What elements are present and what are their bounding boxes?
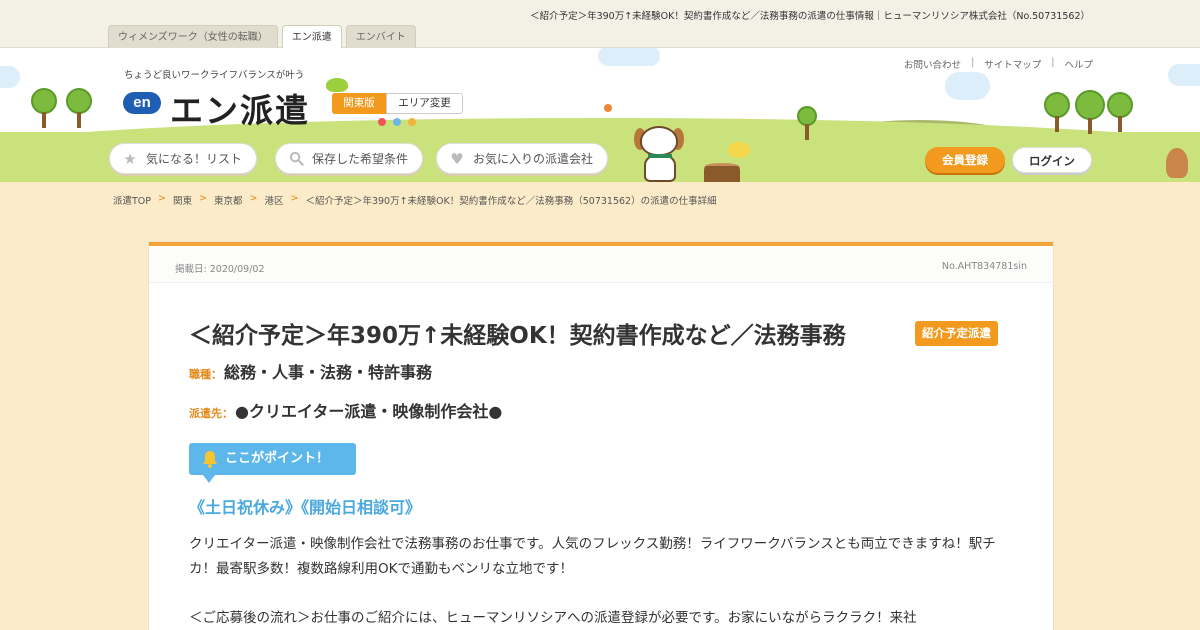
point-header: ここがポイント！ bbox=[189, 443, 356, 483]
published-value: 2020/09/02 bbox=[209, 264, 265, 275]
job-highlight: 《土日祝休み》《開始日相談可》 bbox=[189, 498, 422, 517]
job-category-label: 職種： bbox=[189, 368, 222, 381]
dispatch-row: 派遣先： ●クリエイター派遣・映像制作会社● bbox=[189, 398, 502, 422]
breadcrumb-current: ＜紹介予定＞年390万↑未経験OK！契約書作成など／法務事務（50731562）… bbox=[305, 196, 717, 207]
cloud-decoration bbox=[945, 72, 990, 100]
saved-conditions-button[interactable]: 保存した希望条件 bbox=[275, 143, 424, 174]
search-icon bbox=[288, 151, 304, 167]
tree-decoration bbox=[797, 106, 817, 140]
breadcrumb-tokyo[interactable]: 東京都 bbox=[214, 193, 243, 207]
job-number: No.AHT834781sin bbox=[941, 261, 1027, 272]
job-detail-card: 掲載日: 2020/09/02 No.AHT834781sin ＜紹介予定＞年3… bbox=[149, 242, 1053, 630]
favorite-agencies-label: お気に入りの派遣会社 bbox=[473, 152, 594, 166]
interest-list-button[interactable]: ★ 気になる！リスト bbox=[109, 143, 258, 174]
breadcrumb-minato[interactable]: 港区 bbox=[264, 193, 283, 207]
tree-decoration bbox=[1044, 92, 1070, 132]
chevron-right-icon: > bbox=[249, 193, 258, 204]
job-category-value: 総務・人事・法務・特許事務 bbox=[224, 363, 433, 382]
stump-decoration bbox=[704, 166, 740, 182]
bird-mascot-icon bbox=[728, 142, 750, 158]
heart-icon: ♥ bbox=[450, 149, 464, 168]
bird-logo-icon bbox=[326, 78, 348, 92]
site-tagline: ちょうど良いワークライフバランスが叶う bbox=[124, 70, 305, 81]
member-register-button[interactable]: 会員登録 bbox=[925, 147, 1005, 173]
utility-links: お問い合わせ | サイトマップ | ヘルプ bbox=[904, 57, 1093, 71]
interest-list-label: 気になる！リスト bbox=[146, 152, 243, 166]
site-tabs: ウィメンズワーク（女性の転職） エン派遣 エンバイト bbox=[108, 25, 416, 49]
separator: | bbox=[1051, 57, 1055, 68]
help-link[interactable]: ヘルプ bbox=[1064, 57, 1093, 71]
breadcrumb-kanto[interactable]: 関東 bbox=[173, 193, 192, 207]
chevron-right-icon: > bbox=[290, 193, 299, 204]
en-logo-icon[interactable]: en bbox=[123, 92, 161, 114]
published-label: 掲載日: bbox=[175, 264, 207, 275]
cloud-decoration bbox=[0, 66, 20, 88]
chevron-right-icon: > bbox=[158, 193, 166, 204]
star-icon: ★ bbox=[123, 149, 137, 168]
top-bar: ＜紹介予定＞年390万↑未経験OK！契約書作成など／法務事務の派遣の仕事情報｜ヒ… bbox=[0, 0, 1200, 49]
cloud-decoration bbox=[598, 48, 660, 66]
tree-decoration bbox=[1075, 90, 1105, 134]
dog-mascot-icon bbox=[634, 126, 684, 182]
saved-conditions-label: 保存した希望条件 bbox=[312, 152, 409, 166]
flower-decoration bbox=[604, 104, 612, 112]
site-tab-en-baito[interactable]: エンバイト bbox=[345, 25, 416, 48]
tree-decoration bbox=[1107, 92, 1133, 132]
site-tab-en-haken[interactable]: エン派遣 bbox=[281, 25, 342, 49]
point-label: ここがポイント！ bbox=[225, 451, 330, 466]
favorite-agencies-button[interactable]: ♥ お気に入りの派遣会社 bbox=[436, 143, 609, 174]
job-meta-bar: 掲載日: 2020/09/02 No.AHT834781sin bbox=[149, 246, 1053, 283]
breadcrumb-top[interactable]: 派遣TOP bbox=[113, 193, 151, 207]
sitemap-link[interactable]: サイトマップ bbox=[984, 57, 1041, 71]
site-logo[interactable]: エン派遣 bbox=[170, 84, 310, 132]
job-description: クリエイター派遣・映像制作会社で法務事務のお仕事です。人気のフレックス勤務！ライ… bbox=[189, 536, 996, 577]
dispatch-value: ●クリエイター派遣・映像制作会社● bbox=[235, 402, 503, 421]
area-change-button[interactable]: エリア変更 bbox=[386, 93, 463, 114]
job-category-row: 職種： 総務・人事・法務・特許事務 bbox=[189, 359, 432, 383]
separator: | bbox=[971, 57, 975, 68]
application-flow: ＜ご応募後の流れ＞お仕事のご紹介には、ヒューマンリソシアへの派遣登録が必要です。… bbox=[189, 610, 917, 626]
tree-decoration bbox=[66, 88, 92, 128]
login-button[interactable]: ログイン bbox=[1012, 147, 1092, 173]
squirrel-mascot-icon bbox=[1166, 148, 1188, 178]
page-title-bar: ＜紹介予定＞年390万↑未経験OK！契約書作成など／法務事務の派遣の仕事情報｜ヒ… bbox=[530, 11, 1090, 22]
flower-decoration bbox=[393, 118, 401, 126]
region-label: 関東版 bbox=[332, 93, 386, 114]
contact-link[interactable]: お問い合わせ bbox=[904, 57, 961, 71]
flower-decoration bbox=[408, 118, 416, 126]
site-tab-womens-work[interactable]: ウィメンズワーク（女性の転職） bbox=[108, 25, 278, 48]
status-badge: 紹介予定派遣 bbox=[915, 321, 998, 346]
tree-decoration bbox=[31, 88, 57, 128]
flower-decoration bbox=[378, 118, 386, 126]
job-title: ＜紹介予定＞年390万↑未経験OK！契約書作成など／法務事務 bbox=[189, 323, 846, 349]
cloud-decoration bbox=[1168, 64, 1200, 86]
dispatch-label: 派遣先： bbox=[189, 407, 233, 420]
bell-icon bbox=[201, 449, 219, 469]
breadcrumb: 派遣TOP > 関東 > 東京都 > 港区 > ＜紹介予定＞年390万↑未経験O… bbox=[113, 193, 717, 207]
chevron-right-icon: > bbox=[199, 193, 207, 204]
published-date: 掲載日: 2020/09/02 bbox=[175, 261, 265, 275]
